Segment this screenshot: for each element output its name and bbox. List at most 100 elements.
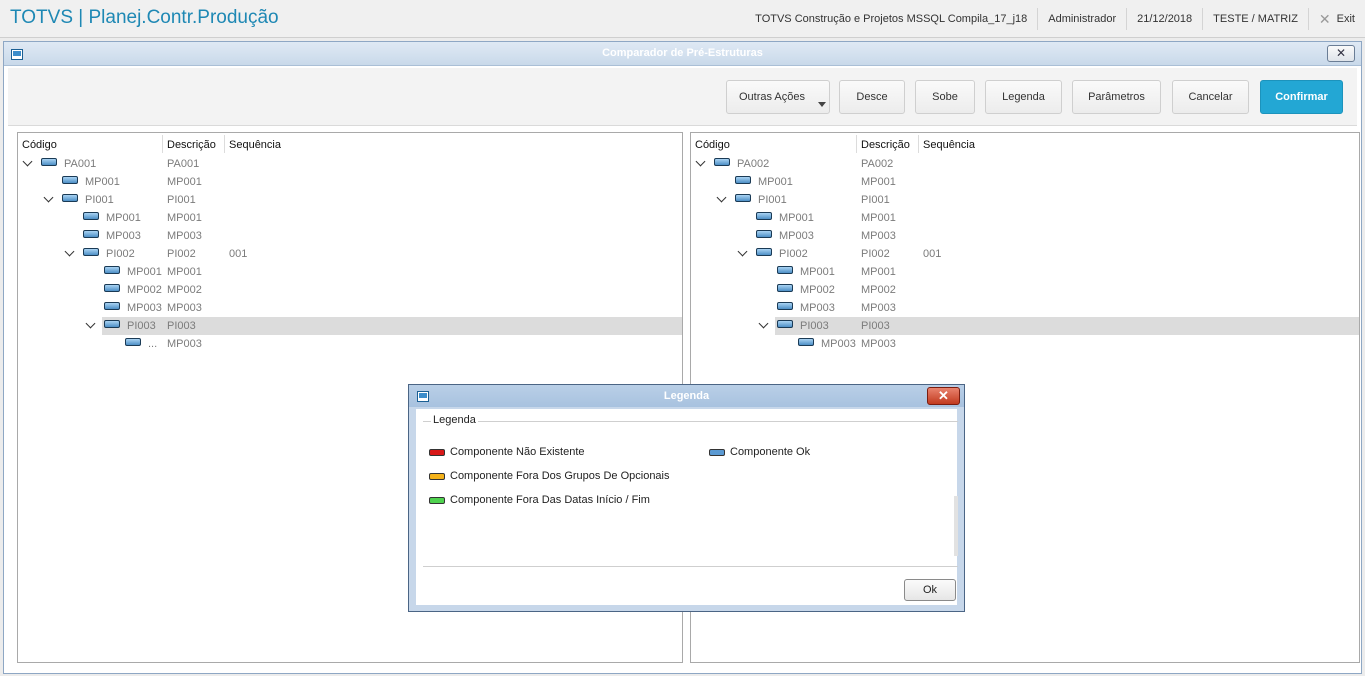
tree-row[interactable]: PI002 PI002 001: [691, 245, 1359, 263]
tree-sequence: 001: [923, 248, 942, 260]
component-ok-icon: [62, 194, 78, 202]
component-ok-icon: [104, 320, 120, 328]
toolbar: Outras Ações Desce Sobe Legenda Parâmetr…: [8, 68, 1357, 126]
tree-description: MP003: [167, 302, 202, 314]
legend-item-label: Componente Ok: [730, 446, 811, 458]
tree-row[interactable]: PA002 PA002: [691, 155, 1359, 173]
outras-acoes-label: Outras Ações: [738, 91, 806, 103]
chevron-down-icon[interactable]: [695, 156, 706, 167]
tree-code: MP003: [106, 230, 141, 242]
component-ok-icon: [777, 284, 793, 292]
company-label: TESTE / MATRIZ: [1202, 7, 1308, 30]
chevron-down-icon: [818, 102, 826, 107]
legend-close-button[interactable]: ✕: [927, 387, 960, 405]
component-ok-icon: [83, 212, 99, 220]
sobe-button[interactable]: Sobe: [915, 80, 975, 114]
tree-row[interactable]: MP001 MP001: [18, 263, 682, 281]
tree-code: MP001: [800, 266, 835, 278]
tree-row[interactable]: MP001 MP001: [691, 209, 1359, 227]
legend-item-label: Componente Fora Dos Grupos De Opcionais: [450, 470, 670, 482]
component-ok-icon: [714, 158, 730, 166]
tree-header: Código Descrição Sequência: [18, 133, 682, 155]
column-codigo[interactable]: Código: [695, 139, 730, 151]
tree-row[interactable]: MP002 MP002: [691, 281, 1359, 299]
chevron-down-icon[interactable]: [22, 156, 33, 167]
component-ok-icon: [777, 320, 793, 328]
legend-scrollbar[interactable]: [954, 496, 958, 556]
column-descricao[interactable]: Descrição: [861, 139, 910, 151]
tree-description: MP003: [167, 338, 202, 350]
tree-description: PI003: [861, 320, 890, 332]
cancelar-button[interactable]: Cancelar: [1172, 80, 1249, 114]
tree-code: MP001: [106, 212, 141, 224]
tree-code: MP001: [127, 266, 162, 278]
session-info: TOTVS Construção e Projetos MSSQL Compil…: [745, 0, 1365, 37]
tree-row[interactable]: MP003 MP003: [691, 299, 1359, 317]
tree-description: PA001: [167, 158, 200, 170]
tree-row[interactable]: MP003 MP003: [18, 227, 682, 245]
legenda-button[interactable]: Legenda: [985, 80, 1062, 114]
chevron-down-icon[interactable]: [758, 318, 769, 329]
legend-ok-button[interactable]: Ok: [904, 579, 956, 601]
component-ok-icon: [735, 176, 751, 184]
column-sequencia[interactable]: Sequência: [923, 139, 975, 151]
tree-row[interactable]: MP003 MP003: [691, 227, 1359, 245]
column-codigo[interactable]: Código: [22, 139, 57, 151]
tree-row[interactable]: PI001 PI001: [691, 191, 1359, 209]
tree-row[interactable]: MP001 MP001: [691, 263, 1359, 281]
confirmar-button[interactable]: Confirmar: [1260, 80, 1343, 114]
chevron-down-icon[interactable]: [43, 192, 54, 203]
component-ok-icon: [104, 284, 120, 292]
parametros-button[interactable]: Parâmetros: [1072, 80, 1161, 114]
tree-description: MP001: [861, 176, 896, 188]
green-status-icon: [429, 496, 445, 504]
tree-row[interactable]: PI002 PI002 001: [18, 245, 682, 263]
tree-description: MP003: [861, 230, 896, 242]
legend-dialog: Legenda ✕ Legenda Componente Não Existen…: [408, 384, 965, 612]
tree-row[interactable]: MP001 MP001: [691, 173, 1359, 191]
chevron-down-icon[interactable]: [64, 246, 75, 257]
dialog-close-button[interactable]: ✕: [1327, 45, 1355, 62]
tree-row[interactable]: ... MP003: [18, 335, 682, 353]
tree-row[interactable]: PI003 PI003: [18, 317, 682, 335]
exit-button[interactable]: ✕ Exit: [1307, 7, 1365, 30]
tree-code: MP003: [800, 302, 835, 314]
tree-description: PI002: [167, 248, 196, 260]
outras-acoes-button[interactable]: Outras Ações: [726, 80, 830, 114]
desce-button[interactable]: Desce: [839, 80, 905, 114]
column-sequencia[interactable]: Sequência: [229, 139, 281, 151]
dialog-titlebar: Comparador de Pré-Estruturas ✕: [4, 42, 1361, 66]
tree-code: MP001: [758, 176, 793, 188]
component-ok-icon: [735, 194, 751, 202]
column-descricao[interactable]: Descrição: [167, 139, 216, 151]
tree-description: MP003: [861, 338, 896, 350]
tree-row[interactable]: PI001 PI001: [18, 191, 682, 209]
tree-row[interactable]: PI003 PI003: [691, 317, 1359, 335]
legend-item-fora-datas: Componente Fora Das Datas Início / Fim: [429, 494, 650, 506]
tree-code: ...: [148, 338, 158, 350]
chevron-down-icon[interactable]: [737, 246, 748, 257]
tree-code: MP003: [779, 230, 814, 242]
tree-row[interactable]: MP002 MP002: [18, 281, 682, 299]
tree-row[interactable]: MP001 MP001: [18, 209, 682, 227]
component-ok-icon: [798, 338, 814, 346]
tree-sequence: 001: [229, 248, 248, 260]
tree-row[interactable]: MP003 MP003: [18, 299, 682, 317]
component-ok-icon: [756, 230, 772, 238]
tree-code: MP003: [127, 302, 162, 314]
chevron-down-icon[interactable]: [716, 192, 727, 203]
tree-row[interactable]: MP003 MP003: [691, 335, 1359, 353]
red-status-icon: [429, 448, 445, 456]
tree-code: PI001: [85, 194, 114, 206]
app-header: TOTVS | Planej.Contr.Produção TOTVS Cons…: [0, 0, 1365, 38]
legend-titlebar: Legenda ✕: [409, 385, 964, 407]
tree-code: MP001: [85, 176, 120, 188]
tree-description: MP003: [167, 230, 202, 242]
component-ok-icon: [41, 158, 57, 166]
tree-row[interactable]: PA001 PA001: [18, 155, 682, 173]
component-ok-icon: [83, 230, 99, 238]
dialog-title: Comparador de Pré-Estruturas: [602, 47, 763, 59]
tree-row[interactable]: MP001 MP001: [18, 173, 682, 191]
chevron-down-icon[interactable]: [85, 318, 96, 329]
tree-code: PA002: [737, 158, 770, 170]
